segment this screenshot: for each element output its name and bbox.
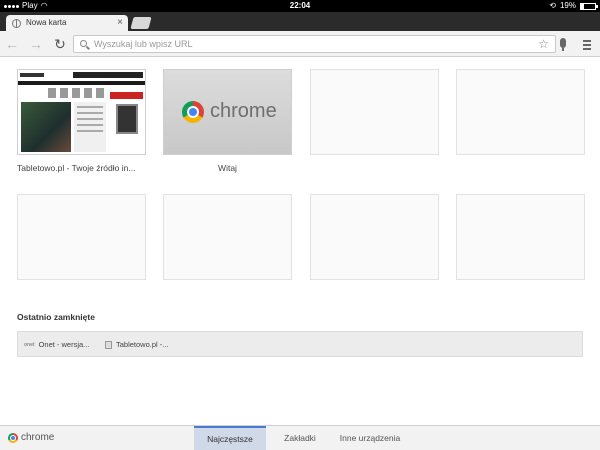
microphone-icon[interactable] (560, 38, 566, 51)
tile-label-welcome[interactable]: Witaj (163, 163, 292, 173)
close-tab-icon[interactable]: × (117, 15, 123, 31)
globe-icon (12, 19, 21, 28)
reload-icon[interactable]: ↻ (52, 35, 68, 53)
chrome-welcome-thumbnail: chrome (164, 70, 291, 154)
recently-closed-bar: onet Onet - wersja... Tabletowo.pl -... (17, 331, 583, 357)
recently-closed-title: Ostatnio zamknięte (17, 312, 95, 322)
onet-favicon-icon: onet (24, 341, 35, 348)
page-favicon-icon (105, 340, 112, 349)
empty-tile (456, 69, 585, 155)
bottom-bar: chrome Najczęstsze Zakładki Inne urządze… (0, 425, 600, 450)
forward-icon[interactable]: → (28, 35, 44, 53)
recent-item-onet[interactable]: onet Onet - wersja... (24, 340, 89, 349)
tile-label-tabletowo[interactable]: Tabletowo.pl - Twoje źródło in... (17, 163, 157, 173)
back-icon[interactable]: ← (4, 35, 20, 53)
empty-tile (310, 194, 439, 280)
battery-percent: 19% (559, 1, 576, 10)
empty-tile (163, 194, 292, 280)
omnibox-placeholder: Wyszukaj lub wpisz URL (94, 39, 193, 49)
tab-title: Nowa karta (26, 18, 67, 27)
chrome-wordmark: chrome (210, 100, 277, 122)
bookmark-star-icon[interactable]: ☆ (538, 36, 549, 52)
tab-most-visited[interactable]: Najczęstsze (194, 426, 266, 450)
tab-other-devices[interactable]: Inne urządzenia (334, 426, 406, 450)
empty-tile (456, 194, 585, 280)
menu-icon[interactable] (583, 40, 591, 52)
tab-strip: Nowa karta × (0, 12, 600, 31)
tabletowo-thumbnail (18, 70, 145, 154)
most-visited-tile-tabletowo[interactable] (17, 69, 146, 155)
chrome-logo-icon (182, 101, 204, 123)
search-icon (80, 40, 87, 47)
recent-item-label: Tabletowo.pl -... (116, 340, 169, 349)
clock: 22:04 (289, 1, 311, 10)
rotation-lock-icon: ⟲ (549, 1, 556, 10)
chrome-logo-icon (8, 432, 18, 443)
omnibox[interactable]: Wyszukaj lub wpisz URL ☆ (73, 35, 556, 53)
new-tab-button[interactable] (130, 17, 152, 29)
battery-icon (580, 2, 598, 10)
chrome-brand: chrome (8, 432, 54, 443)
most-visited-tile-welcome[interactable]: chrome (163, 69, 292, 155)
empty-tile (17, 194, 146, 280)
status-bar: Play ◠ 22:04 ⟲ 19% (0, 0, 600, 12)
battery-fill (581, 3, 584, 9)
recent-item-label: Onet - wersja... (38, 340, 90, 349)
tab-bookmarks[interactable]: Zakładki (272, 426, 328, 450)
tab-new-tab[interactable]: Nowa karta × (6, 15, 128, 31)
recent-item-tabletowo[interactable]: Tabletowo.pl -... (105, 340, 169, 349)
toolbar: ← → ↻ Wyszukaj lub wpisz URL ☆ (0, 31, 600, 57)
brand-label: chrome (21, 432, 55, 443)
empty-tile (310, 69, 439, 155)
